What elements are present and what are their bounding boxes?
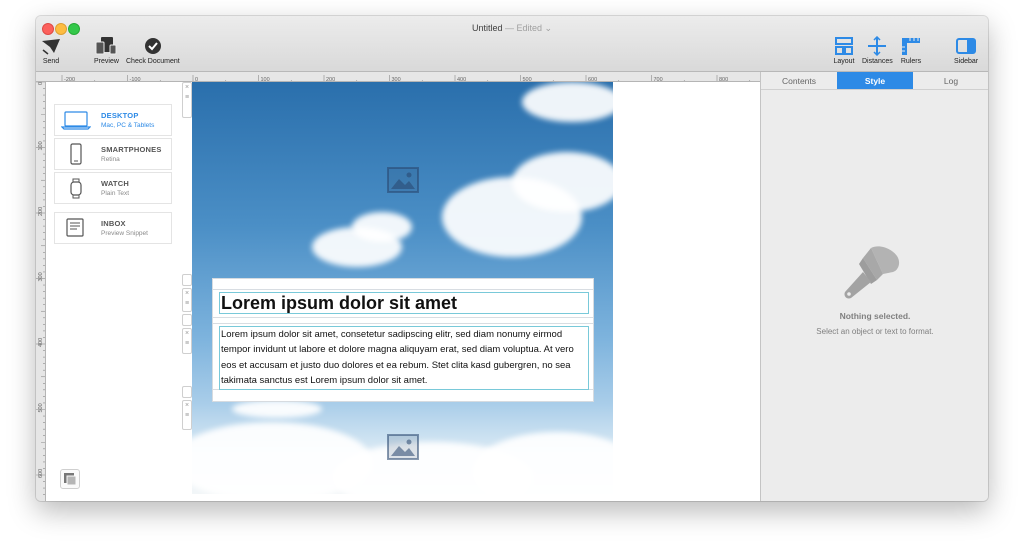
body-text[interactable]: Lorem ipsum dolor sit amet, consetetur s…	[219, 326, 589, 390]
text-block[interactable]: Lorem ipsum dolor sit amet Lorem ipsum d…	[212, 278, 594, 402]
layers-icon	[64, 473, 77, 486]
block-divider	[213, 289, 593, 290]
app-window: Untitled — Edited ⌄ Send Preview Check D…	[36, 16, 988, 501]
device-name: SMARTPHONES	[101, 145, 162, 154]
layout-label: Layout	[833, 58, 855, 65]
block-handle-top-image[interactable]: × ≡	[182, 82, 192, 118]
vertical-ruler[interactable]: 0 100 200 300 400 500 600	[36, 82, 46, 501]
block-handle-headline[interactable]: × ≡	[182, 288, 192, 312]
device-name: WATCH	[101, 179, 129, 188]
empty-state-title: Nothing selected.	[839, 311, 911, 321]
paintbrush-icon	[844, 246, 900, 299]
sidebar-icon	[956, 38, 977, 54]
preview-label: Preview	[94, 58, 119, 65]
ruler-label: 300	[38, 272, 44, 281]
block-handle-spacer[interactable]	[182, 314, 192, 326]
send-label: Send	[42, 58, 60, 65]
device-name: INBOX	[101, 219, 126, 228]
send-button[interactable]: Send	[40, 36, 62, 65]
sidebar-tabs: Contents Style Log	[761, 72, 988, 90]
sidebar-label: Sidebar	[954, 58, 979, 65]
distances-icon	[868, 36, 887, 56]
layers-button[interactable]	[60, 469, 80, 489]
checkmark-circle-icon	[144, 38, 161, 54]
inbox-icon	[66, 218, 84, 237]
headline-text[interactable]: Lorem ipsum dolor sit amet	[219, 292, 589, 314]
block-handle-spacer[interactable]	[182, 386, 192, 398]
device-subtitle: Mac, PC & Tablets	[101, 122, 155, 129]
block-handle-spacer[interactable]	[182, 274, 192, 286]
empty-state-subtitle: Select an object or text to format.	[816, 327, 934, 336]
block-divider	[213, 317, 593, 318]
device-smartphones[interactable]: SMARTPHONES Retina	[54, 138, 172, 170]
titlebar: Untitled — Edited ⌄ Send Preview Check D…	[36, 16, 988, 72]
image-placeholder-icon[interactable]	[387, 434, 419, 460]
check-document-label: Check Document	[126, 58, 180, 65]
ruler-label: 600	[38, 469, 44, 478]
ruler-label: 500	[38, 403, 44, 412]
inspector-sidebar: Contents Style Log Nothing selected. Sel…	[760, 72, 988, 501]
smartphone-icon	[70, 143, 82, 165]
image-placeholder-icon[interactable]	[387, 167, 419, 193]
tab-contents[interactable]: Contents	[761, 72, 837, 89]
device-subtitle: Plain Text	[101, 190, 130, 197]
rulers-icon	[902, 38, 920, 55]
preview-devices-icon	[95, 37, 117, 55]
block-handle-bottom-image[interactable]: × ≡	[182, 400, 192, 430]
horizontal-ruler[interactable]: -200 -100 0 100 200 300 400 500 600 700 800	[36, 72, 760, 82]
device-subtitle: Retina	[101, 156, 120, 163]
distances-button[interactable]: Distances	[862, 36, 893, 65]
vertical-ruler-ticks: 0 100 200 300 400 500 600	[36, 82, 45, 495]
ruler-label: 200	[38, 207, 44, 216]
horizontal-ruler-ticks: -200 -100 0 100 200 300 400 500 600 700 800	[61, 75, 751, 81]
document-name: Untitled	[471, 23, 503, 33]
laptop-icon	[61, 111, 91, 130]
rulers-label: Rulers	[900, 58, 922, 65]
rulers-button[interactable]: Rulers	[900, 36, 922, 65]
layout-button[interactable]: Layout	[833, 36, 855, 65]
layout-icon	[835, 37, 853, 55]
preview-button[interactable]: Preview	[94, 36, 119, 65]
device-name: DESKTOP	[101, 111, 139, 120]
ruler-label: 100	[38, 141, 44, 150]
device-desktop[interactable]: DESKTOP Mac, PC & Tablets	[54, 104, 172, 136]
window-title: Untitled — Edited ⌄	[36, 23, 988, 34]
edited-indicator[interactable]: — Edited ⌄	[505, 23, 552, 33]
distances-label: Distances	[862, 58, 893, 65]
check-document-button[interactable]: Check Document	[126, 36, 180, 65]
sidebar-toggle-button[interactable]: Sidebar	[954, 36, 978, 65]
editor-canvas[interactable]: DESKTOP Mac, PC & Tablets SMARTPHONES Re…	[46, 82, 760, 501]
block-handle-body-text[interactable]: × ≡	[182, 328, 192, 354]
device-inbox[interactable]: INBOX Preview Snippet	[54, 212, 172, 244]
watch-icon	[70, 178, 82, 199]
block-divider	[213, 323, 593, 324]
device-subtitle: Preview Snippet	[101, 230, 148, 237]
device-watch[interactable]: WATCH Plain Text	[54, 172, 172, 204]
ruler-label: 400	[38, 338, 44, 347]
tab-style[interactable]: Style	[837, 72, 913, 89]
send-icon	[42, 39, 60, 55]
ruler-label: 0	[38, 82, 44, 85]
tab-log[interactable]: Log	[913, 72, 988, 89]
